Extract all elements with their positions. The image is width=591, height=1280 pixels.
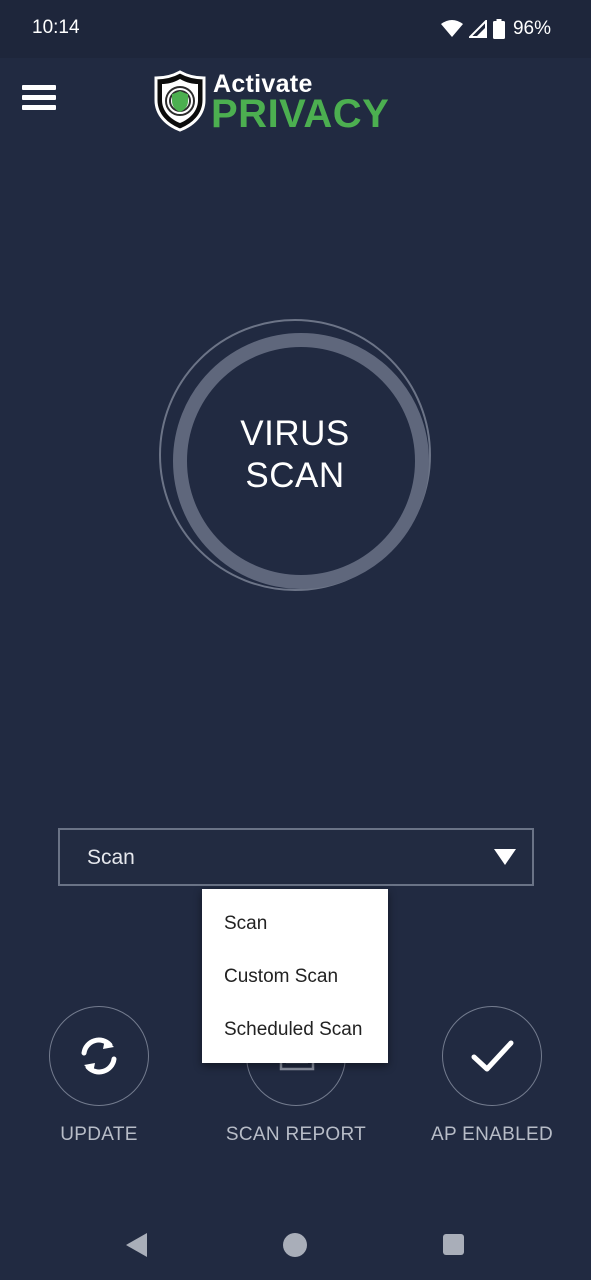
checkmark-icon <box>471 1040 514 1072</box>
app-logo: Activate PRIVACY <box>153 70 393 136</box>
virus-scan-line1: VIRUS <box>240 414 350 453</box>
shield-icon <box>154 70 206 132</box>
logo-word-privacy: PRIVACY <box>211 92 390 136</box>
ap-enabled-label: AP ENABLED <box>431 1124 553 1145</box>
menu-item-custom-scan[interactable]: Custom Scan <box>224 966 338 988</box>
back-icon[interactable] <box>126 1233 147 1257</box>
virus-scan-line2: SCAN <box>245 456 345 495</box>
refresh-icon <box>81 1037 117 1075</box>
virus-scan-label: VIRUS SCAN <box>159 413 431 497</box>
scan-report-label: SCAN REPORT <box>225 1124 367 1145</box>
navigation-bar <box>0 1210 591 1280</box>
scan-type-select[interactable]: Scan <box>58 828 534 886</box>
home-icon[interactable] <box>283 1233 307 1257</box>
scan-type-popup-menu: Scan Custom Scan Scheduled Scan <box>202 889 388 1063</box>
ap-enabled-action: AP ENABLED <box>412 1006 572 1156</box>
update-label: UPDATE <box>60 1124 138 1145</box>
battery-percent: 96% <box>512 18 551 39</box>
virus-scan-button[interactable]: VIRUS SCAN <box>159 319 431 591</box>
status-icons: 96% <box>440 17 551 41</box>
wifi-icon <box>440 20 463 37</box>
scan-type-select-value: Scan <box>87 846 135 869</box>
update-action: UPDATE <box>19 1006 179 1156</box>
status-bar: 10:14 96% <box>0 0 591 58</box>
battery-icon <box>492 19 505 39</box>
status-time: 10:14 <box>32 17 80 38</box>
update-button[interactable] <box>49 1006 149 1106</box>
dropdown-arrow-icon <box>494 849 516 865</box>
recents-icon[interactable] <box>443 1234 464 1255</box>
screen: 10:14 96% Activate PRIVACY VIRUS SCAN Sc… <box>0 0 591 1280</box>
hamburger-menu-icon[interactable] <box>22 85 56 115</box>
menu-item-scheduled-scan[interactable]: Scheduled Scan <box>224 1019 362 1041</box>
menu-item-scan[interactable]: Scan <box>224 913 267 935</box>
signal-icon <box>468 20 487 38</box>
ap-enabled-button[interactable] <box>442 1006 542 1106</box>
